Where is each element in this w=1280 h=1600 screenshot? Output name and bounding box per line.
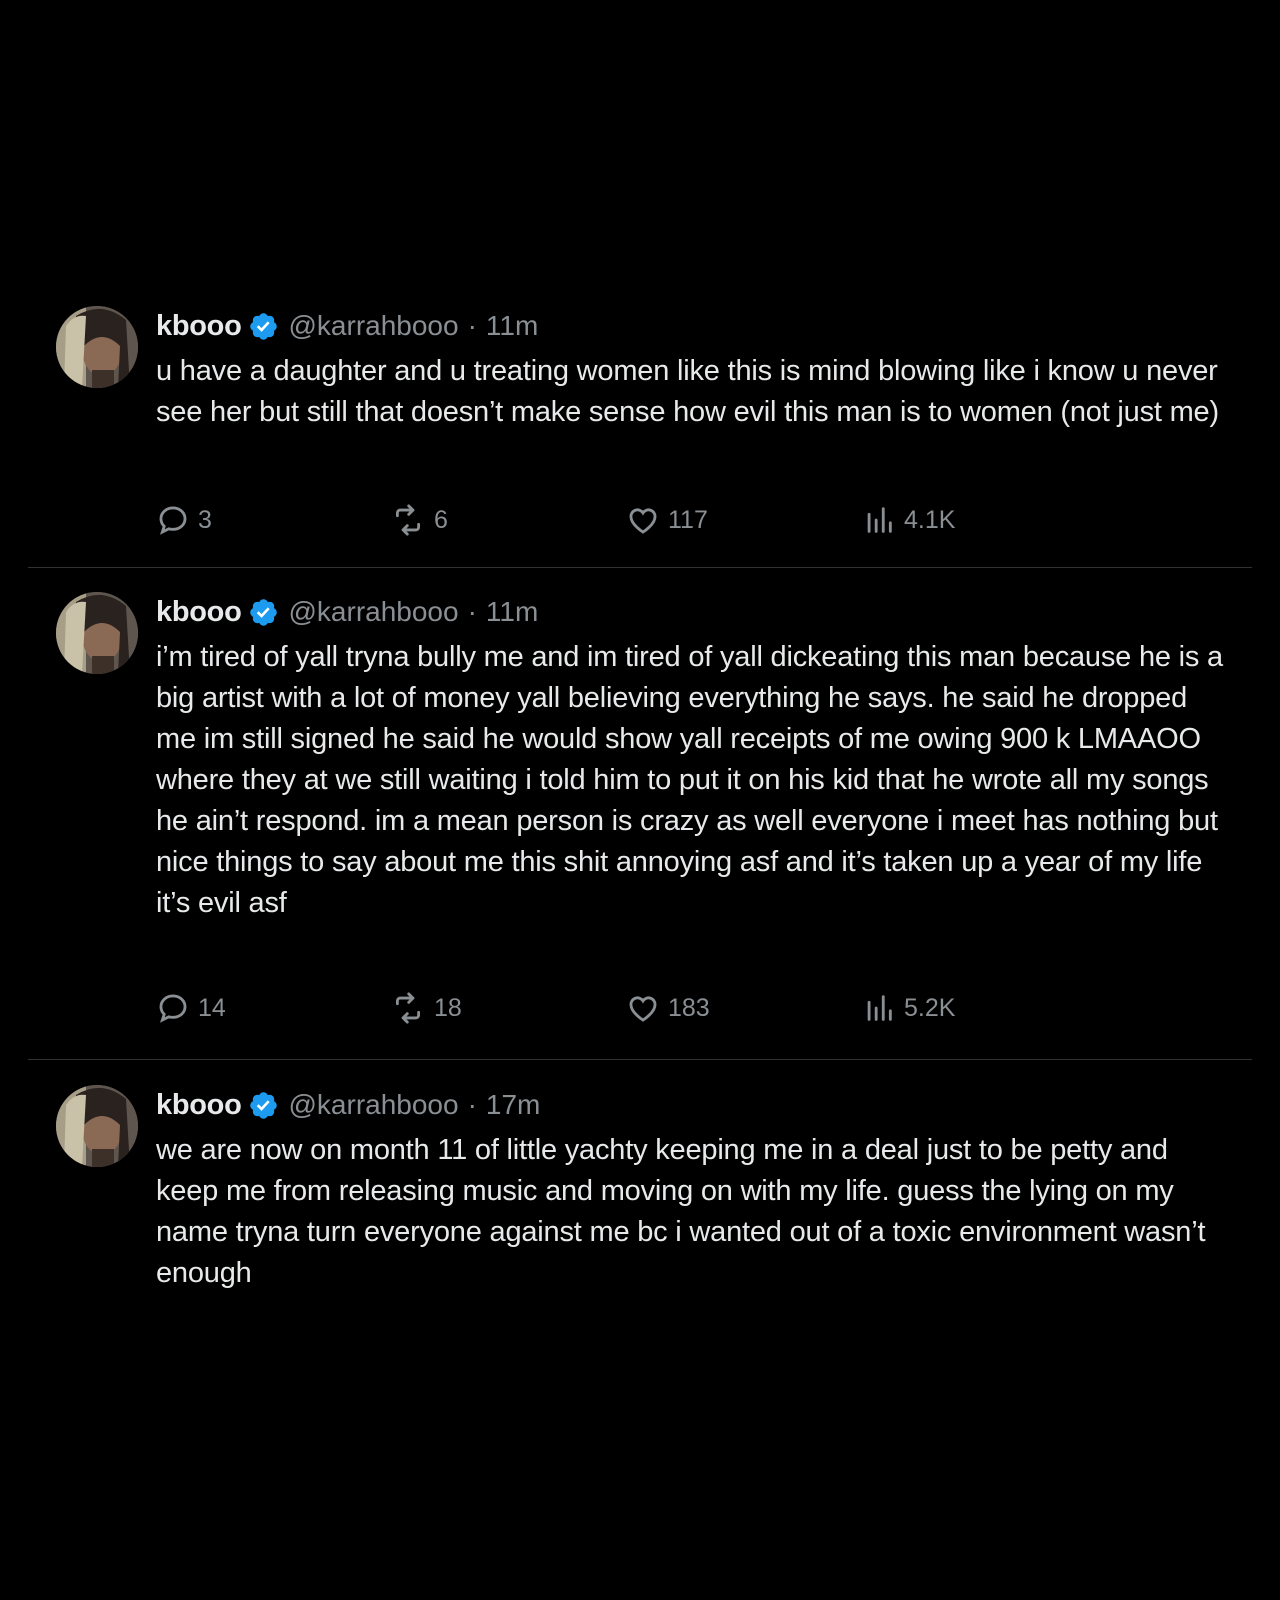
tweet-text: we are now on month 11 of little yachty … [156, 1134, 1206, 1289]
repost-button[interactable]: 6 [390, 503, 448, 537]
views-button[interactable]: 5.2K [862, 991, 955, 1025]
display-name[interactable]: kbooo [156, 1089, 242, 1122]
repost-icon [395, 504, 421, 536]
repost-icon [395, 992, 421, 1024]
like-count: 183 [668, 993, 710, 1022]
verified-badge-icon [248, 311, 279, 342]
views-button[interactable]: 4.1K [862, 503, 955, 537]
tweet-actions: 3 6 117 4.1K [156, 503, 1056, 537]
repost-button[interactable]: 18 [390, 991, 462, 1025]
tweet-header: kbooo @karrahbooo · 17m [156, 1087, 540, 1123]
display-name[interactable]: kbooo [156, 596, 242, 629]
separator-dot: · [467, 596, 477, 627]
reply-icon [159, 994, 187, 1023]
divider [28, 567, 1252, 568]
separator-dot: · [467, 310, 477, 341]
like-button[interactable]: 183 [626, 991, 710, 1025]
avatar[interactable] [56, 306, 138, 388]
repost-count: 18 [434, 993, 462, 1022]
heart-icon [629, 508, 657, 534]
tweet-header: kbooo @karrahbooo · 11m [156, 308, 538, 344]
separator-dot: · [467, 1089, 477, 1120]
views-count: 5.2K [904, 993, 956, 1022]
reply-icon [159, 506, 187, 535]
reply-count: 3 [198, 505, 212, 534]
heart-icon [629, 996, 657, 1022]
repost-count: 6 [434, 505, 448, 534]
reply-count: 14 [198, 993, 226, 1022]
tweet-text: i’m tired of yall tryna bully me and im … [156, 641, 1223, 919]
views-count: 4.1K [904, 505, 956, 534]
timestamp[interactable]: 11m [486, 310, 538, 342]
like-button[interactable]: 117 [626, 503, 708, 537]
avatar[interactable] [56, 1085, 138, 1167]
tweet-text: u have a daughter and u treating women l… [156, 355, 1219, 428]
verified-badge-icon [248, 597, 279, 628]
handle[interactable]: @karrahbooo [289, 1089, 459, 1121]
tweet-header: kbooo @karrahbooo · 11m [156, 594, 538, 630]
handle[interactable]: @karrahbooo [289, 310, 459, 342]
verified-badge-icon [248, 1090, 279, 1121]
tweet-actions: 14 18 183 5.2K [156, 991, 1056, 1025]
reply-button[interactable]: 14 [156, 991, 226, 1025]
avatar[interactable] [56, 592, 138, 674]
views-chart-icon [867, 995, 892, 1021]
timestamp[interactable]: 11m [486, 596, 538, 628]
display-name[interactable]: kbooo [156, 310, 242, 343]
like-count: 117 [668, 505, 708, 534]
reply-button[interactable]: 3 [156, 503, 212, 537]
views-chart-icon [867, 507, 892, 533]
timestamp[interactable]: 17m [486, 1089, 540, 1121]
handle[interactable]: @karrahbooo [289, 596, 459, 628]
divider [28, 1059, 1252, 1060]
